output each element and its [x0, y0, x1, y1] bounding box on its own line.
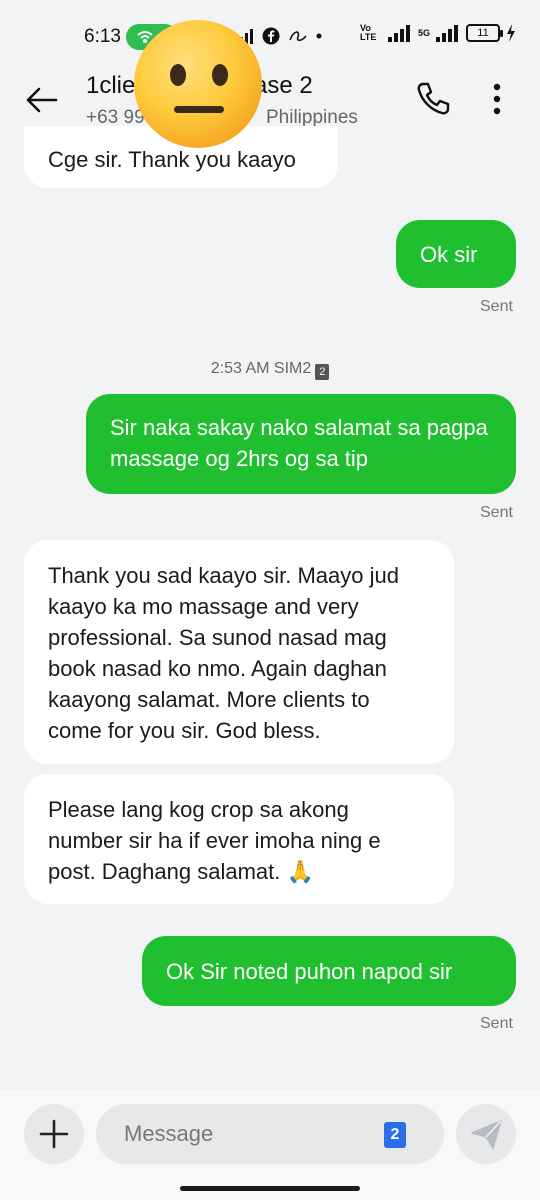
sim-selector-button[interactable]: 2: [384, 1122, 406, 1148]
facebook-icon: [262, 27, 280, 45]
neutral-face-emoji-icon: [134, 20, 262, 148]
message-composer: 2: [0, 1090, 540, 1200]
battery-icon: 11: [466, 24, 504, 42]
status-time: 6:13: [84, 26, 121, 47]
message-status: Sent: [480, 298, 513, 315]
message-text: Ok Sir noted puhon napod sir: [166, 959, 453, 984]
volte-label: Vo LTE: [360, 23, 377, 42]
more-notifications-icon: [316, 33, 322, 39]
send-icon: [471, 1120, 502, 1149]
script-app-icon: [289, 31, 307, 42]
message-text: Ok sir: [420, 242, 478, 267]
network-type-label: 5G: [418, 27, 431, 38]
home-indicator[interactable]: [180, 1186, 360, 1191]
messaging-screen: 6:13 Vo LTE 5G 11 1clie ase 2 +63 99 Phi…: [0, 0, 540, 1200]
contact-name: 1clie: [86, 72, 136, 99]
system-status-icons: Vo LTE 5G 11: [360, 24, 516, 42]
incoming-message-bubble[interactable]: Thank you sad kaayo sir. Maayo jud kaayo…: [24, 540, 454, 764]
message-status: Sent: [480, 1015, 513, 1032]
message-text: Please lang kog crop sa akong number sir…: [48, 797, 381, 884]
status-bar: 6:13 Vo LTE 5G 11: [0, 0, 540, 64]
signal-sim2-icon: [436, 25, 459, 42]
message-text: Sir naka sakay nako salamat sa pagpa mas…: [110, 415, 488, 471]
message-status: Sent: [480, 504, 513, 521]
incoming-message-bubble[interactable]: Please lang kog crop sa akong number sir…: [24, 774, 454, 904]
notification-icons: [240, 27, 322, 45]
message-text: Thank you sad kaayo sir. Maayo jud kaayo…: [48, 563, 399, 743]
outgoing-message-bubble[interactable]: Ok sir: [396, 220, 516, 288]
phone-call-icon[interactable]: [414, 80, 452, 118]
sim-badge-icon: 2: [315, 364, 330, 380]
send-button[interactable]: [456, 1104, 516, 1164]
charging-bolt-icon: [507, 24, 516, 42]
plus-icon: [39, 1119, 69, 1149]
outgoing-message-bubble[interactable]: Sir naka sakay nako salamat sa pagpa mas…: [86, 394, 516, 494]
timestamp-text: 2:53 AM SIM2: [210, 360, 312, 377]
attach-button[interactable]: [24, 1104, 84, 1164]
signal-sim1-icon: [388, 25, 410, 42]
contact-name-suffix: ase 2: [254, 72, 313, 99]
outgoing-message-bubble[interactable]: Ok Sir noted puhon napod sir: [142, 936, 516, 1006]
back-arrow-icon[interactable]: [24, 82, 60, 118]
conversation-timestamp: 2:53 AM SIM2 2: [0, 360, 540, 380]
message-text: Cge sir. Thank you kaayo: [48, 147, 296, 172]
more-options-icon[interactable]: [484, 80, 510, 118]
